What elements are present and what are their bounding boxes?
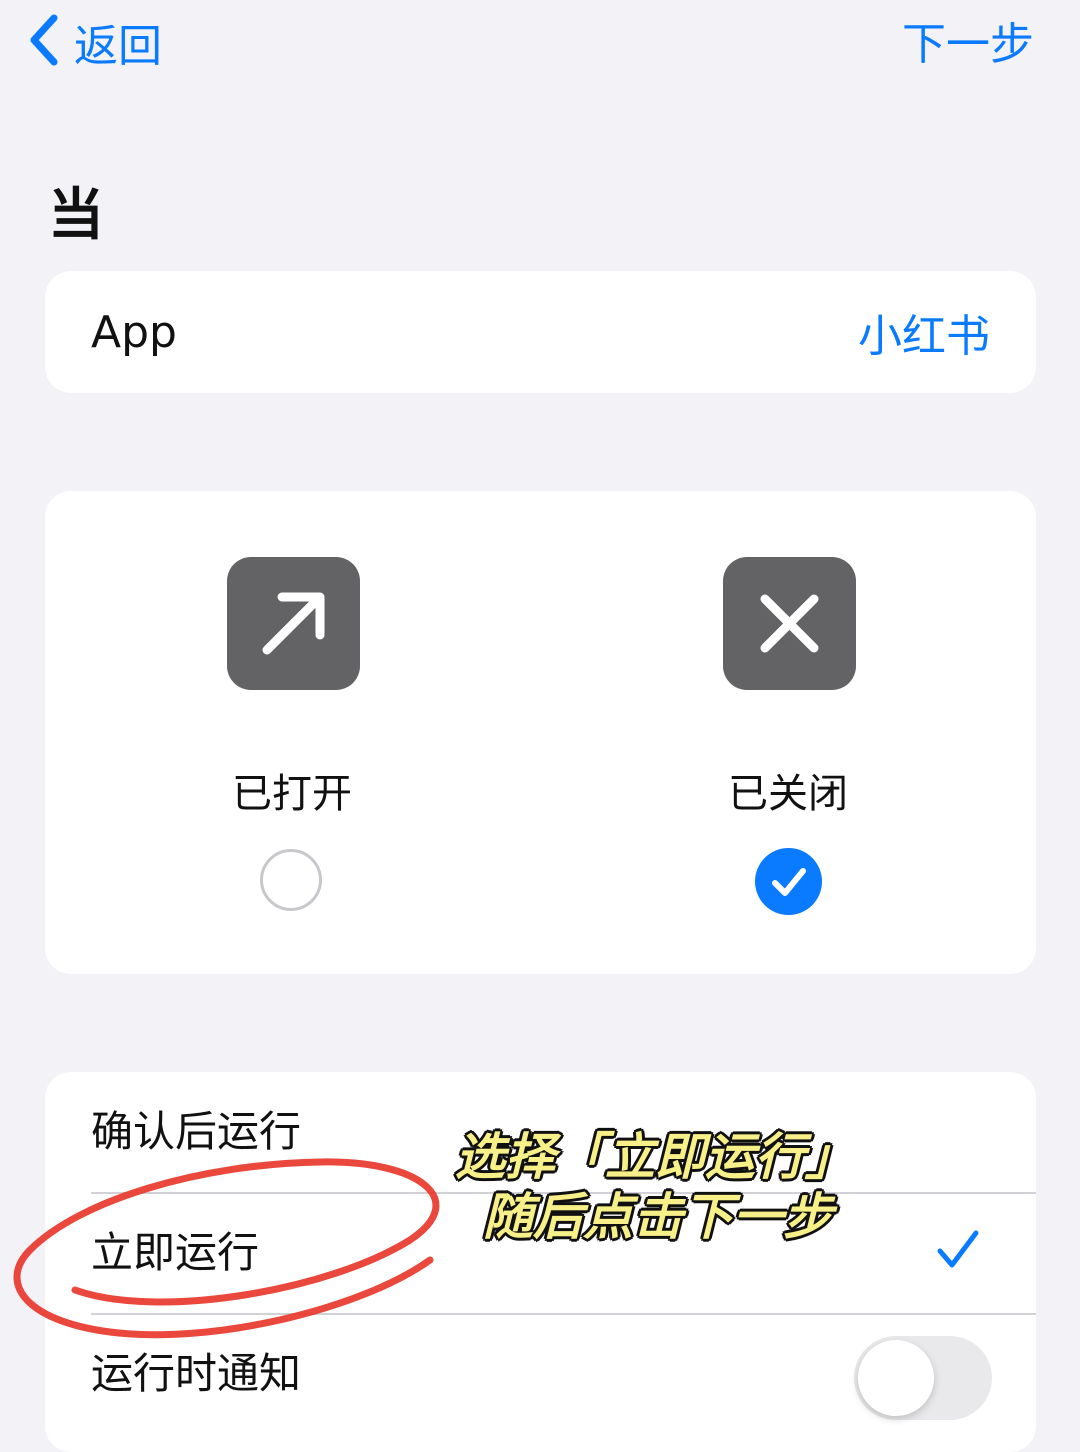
- navigation-bar: 返回 下一步: [0, 0, 1080, 90]
- app-value: 小红书: [858, 311, 990, 362]
- checkmark-icon: [937, 1230, 979, 1268]
- annotation-line-1: 选择「立即运行」: [455, 1128, 855, 1186]
- state-card: 已打开 已关闭: [45, 491, 1036, 974]
- chevron-left-icon: [26, 13, 60, 71]
- back-label: 返回: [74, 21, 162, 72]
- state-option-opened[interactable]: 已打开: [142, 491, 442, 974]
- annotation-text: 选择「立即运行」 随后点击下一步: [455, 1127, 855, 1247]
- close-x-icon: [723, 557, 856, 690]
- checkmark-icon: [772, 868, 806, 896]
- state-option-label: 已关闭: [728, 771, 848, 817]
- run-option-label: 确认后运行: [91, 1107, 302, 1156]
- state-option-closed[interactable]: 已关闭: [638, 491, 938, 974]
- app-row[interactable]: App 小红书: [45, 271, 1036, 393]
- notify-row: 运行时通知: [45, 1314, 1036, 1434]
- arrow-up-right-icon: [227, 557, 360, 690]
- app-card: App 小红书: [45, 271, 1036, 393]
- notify-label: 运行时通知: [91, 1349, 302, 1398]
- section-title: 当: [48, 183, 104, 248]
- toggle-knob: [858, 1340, 934, 1416]
- annotation-line-2: 随后点击下一步: [483, 1188, 833, 1246]
- notify-toggle[interactable]: [854, 1336, 992, 1420]
- state-option-label: 已打开: [232, 771, 352, 817]
- radio-unselected[interactable]: [260, 849, 322, 911]
- radio-selected[interactable]: [755, 848, 822, 915]
- next-button[interactable]: 下一步: [902, 10, 1034, 70]
- app-label: App: [91, 306, 177, 358]
- run-option-label: 立即运行: [91, 1228, 260, 1277]
- back-button[interactable]: 返回: [26, 12, 162, 72]
